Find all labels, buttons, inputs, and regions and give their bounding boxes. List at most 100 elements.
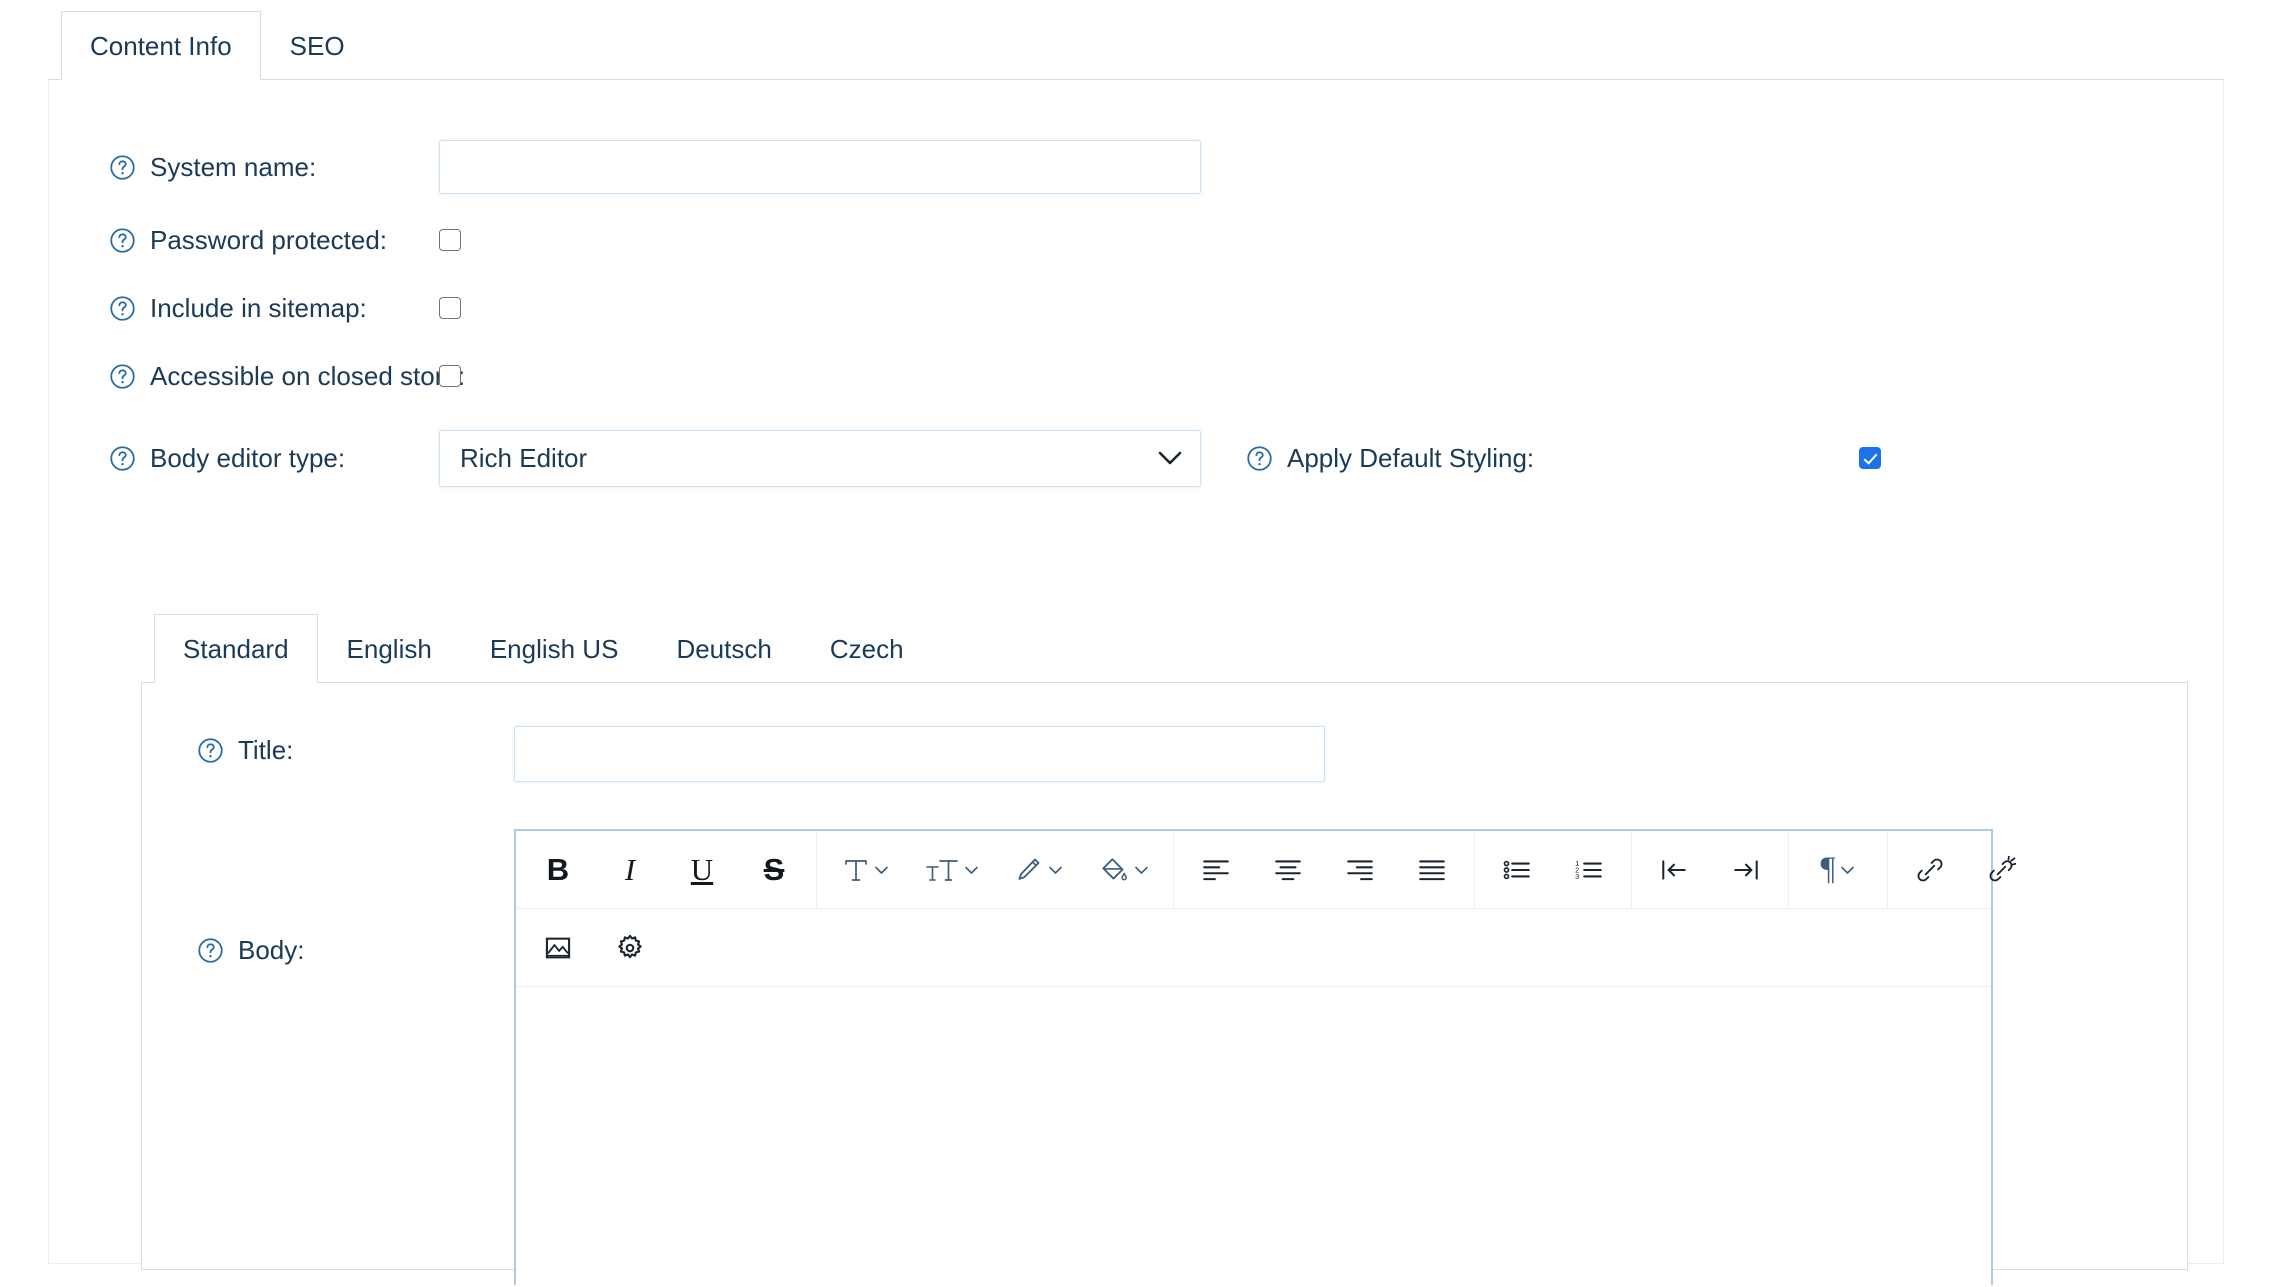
ctrl-body-editor-type: Rich EditorPlain TextHTMLMarkdown <box>439 430 2223 487</box>
tab-english-us[interactable]: English US <box>461 614 648 682</box>
tab-english-us-label: English US <box>490 636 619 662</box>
bold-glyph: B <box>547 854 569 885</box>
paragraph-format-icon[interactable]: ¶ <box>1795 832 1881 908</box>
system-name-input[interactable] <box>439 140 1201 194</box>
row-body-editor-type: Body editor type: Rich EditorPlain TextH… <box>49 410 2223 506</box>
label-body-editor-type: Body editor type: <box>49 443 439 474</box>
label-system-name: System name: <box>49 152 439 183</box>
ctrl-include-in-sitemap <box>439 297 2223 319</box>
tab-deutsch[interactable]: Deutsch <box>647 614 800 682</box>
tab-standard-label: Standard <box>183 636 289 662</box>
toolbar-group-paragraph: ¶ <box>1789 831 1888 908</box>
label-include-in-sitemap-text: Include in sitemap: <box>150 293 367 324</box>
label-include-in-sitemap: Include in sitemap: <box>49 293 439 324</box>
tab-english[interactable]: English <box>318 614 461 682</box>
tab-seo-label: SEO <box>290 33 345 59</box>
italic-icon[interactable]: I <box>594 832 666 908</box>
row-password-protected: Password protected: <box>49 206 2223 274</box>
align-justify-icon[interactable] <box>1396 832 1468 908</box>
help-circle-icon[interactable] <box>109 154 136 181</box>
link-icon[interactable] <box>1894 832 1966 908</box>
password-protected-checkbox[interactable] <box>439 229 461 251</box>
chevron-down-icon <box>1134 865 1149 875</box>
row-accessible-closed-store: Accessible on closed store: <box>49 342 2223 410</box>
label-password-protected-text: Password protected: <box>150 225 387 256</box>
font-size-icon[interactable] <box>909 832 995 908</box>
accessible-closed-store-checkbox[interactable] <box>439 365 461 387</box>
rich-text-editor: B I U S <box>514 829 1993 1285</box>
tab-content-info[interactable]: Content Info <box>61 11 261 80</box>
editor-content-area[interactable] <box>516 987 1991 1287</box>
label-body: Body: <box>197 935 305 966</box>
unlink-icon[interactable] <box>1966 832 2038 908</box>
help-circle-icon[interactable] <box>109 295 136 322</box>
settings-form: System name: Password protec <box>49 80 2223 506</box>
toolbar-group-lists: 1 2 3 <box>1475 831 1632 908</box>
editor-toolbar-row-2 <box>516 909 1991 987</box>
align-center-icon[interactable] <box>1252 832 1324 908</box>
strikethrough-icon[interactable]: S <box>738 832 810 908</box>
title-input[interactable] <box>514 726 1325 782</box>
bullet-list-icon[interactable] <box>1481 832 1553 908</box>
tab-content-info-label: Content Info <box>90 33 232 59</box>
label-accessible-closed-store: Accessible on closed store: <box>49 361 439 392</box>
label-title-text: Title: <box>238 735 293 766</box>
strikethrough-glyph: S <box>764 854 785 885</box>
bold-icon[interactable]: B <box>522 832 594 908</box>
label-body-text: Body: <box>238 935 305 966</box>
italic-glyph: I <box>625 854 635 885</box>
chevron-down-icon <box>874 865 889 875</box>
toolbar-group-link <box>1888 831 2044 908</box>
row-include-in-sitemap: Include in sitemap: <box>49 274 2223 342</box>
help-circle-icon[interactable] <box>1246 445 1273 472</box>
align-right-icon[interactable] <box>1324 832 1396 908</box>
label-system-name-text: System name: <box>150 152 316 183</box>
apply-default-styling-checkbox[interactable] <box>1859 447 1881 469</box>
page-root: Content Info SEO System name: <box>0 0 2295 1263</box>
font-family-icon[interactable] <box>823 832 909 908</box>
chevron-down-icon <box>1048 865 1063 875</box>
help-circle-icon[interactable] <box>197 937 224 964</box>
ctrl-password-protected <box>439 229 2223 251</box>
label-title: Title: <box>197 735 293 766</box>
toolbar-group-insert <box>516 909 672 986</box>
numbered-list-icon[interactable]: 1 2 3 <box>1553 832 1625 908</box>
toolbar-group-text-style: B I U S <box>516 831 817 908</box>
pilcrow-glyph: ¶ <box>1821 853 1836 886</box>
tab-czech[interactable]: Czech <box>801 614 933 682</box>
insert-image-icon[interactable] <box>522 910 594 986</box>
body-editor-type-select[interactable]: Rich EditorPlain TextHTMLMarkdown <box>439 430 1201 487</box>
include-in-sitemap-checkbox[interactable] <box>439 297 461 319</box>
label-apply-default-styling: Apply Default Styling: <box>1246 443 1534 474</box>
toolbar-group-font <box>817 831 1174 908</box>
tab-seo[interactable]: SEO <box>261 11 374 79</box>
indent-icon[interactable] <box>1710 832 1782 908</box>
language-tabstrip: Standard English English US Deutsch Czec… <box>141 615 2188 683</box>
body-editor-type-select-wrap: Rich EditorPlain TextHTMLMarkdown <box>439 430 1201 487</box>
language-panel: Title: Body: <box>141 683 2188 1270</box>
settings-gear-icon[interactable] <box>594 910 666 986</box>
outdent-icon[interactable] <box>1638 832 1710 908</box>
svg-text:3: 3 <box>1575 872 1579 881</box>
help-circle-icon[interactable] <box>109 227 136 254</box>
editor-toolbar-row-1: B I U S <box>516 831 1991 909</box>
text-color-pen-icon[interactable] <box>995 832 1081 908</box>
tab-czech-label: Czech <box>830 636 904 662</box>
label-password-protected: Password protected: <box>49 225 439 256</box>
language-card: Standard English English US Deutsch Czec… <box>141 615 2188 1270</box>
tab-standard[interactable]: Standard <box>154 614 318 683</box>
help-circle-icon[interactable] <box>109 445 136 472</box>
row-system-name: System name: <box>49 128 2223 206</box>
label-apply-default-styling-text: Apply Default Styling: <box>1287 443 1534 474</box>
help-circle-icon[interactable] <box>109 363 136 390</box>
help-circle-icon[interactable] <box>197 737 224 764</box>
underline-icon[interactable]: U <box>666 832 738 908</box>
content-info-card: Content Info SEO System name: <box>48 12 2224 1265</box>
label-body-editor-type-text: Body editor type: <box>150 443 345 474</box>
tab-english-label: English <box>347 636 432 662</box>
fill-color-bucket-icon[interactable] <box>1081 832 1167 908</box>
label-accessible-closed-store-text: Accessible on closed store: <box>150 361 465 392</box>
toolbar-group-indent <box>1632 831 1789 908</box>
ctrl-system-name <box>439 140 2223 194</box>
align-left-icon[interactable] <box>1180 832 1252 908</box>
